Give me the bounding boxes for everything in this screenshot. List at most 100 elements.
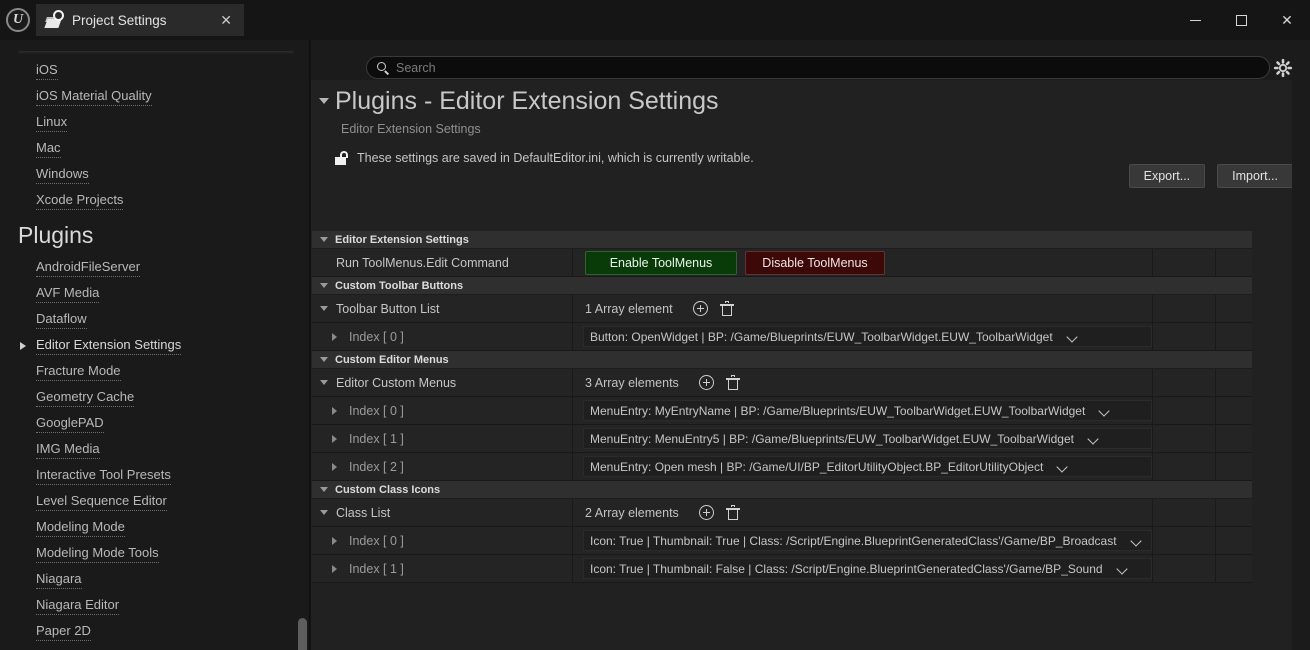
property-name-cell: Run ToolMenus.Edit Command (312, 249, 573, 276)
asset-picker[interactable]: MenuEntry: MyEntryName | BP: /Game/Bluep… (583, 400, 1152, 421)
category-header[interactable]: Editor Extension Settings (312, 231, 1252, 249)
sidebar-item-level-sequence-editor[interactable]: Level Sequence Editor (0, 489, 300, 515)
asset-picker[interactable]: Button: OpenWidget | BP: /Game/Blueprint… (583, 326, 1152, 347)
sidebar-item-linux[interactable]: Linux (0, 110, 300, 136)
delete-all-elements-icon[interactable] (725, 375, 740, 390)
sidebar-item-niagara[interactable]: Niagara (0, 567, 300, 593)
property-name-cell: Index [ 1 ] (312, 425, 573, 452)
property-name-cell: Index [ 0 ] (312, 527, 573, 554)
search-box[interactable] (366, 56, 1270, 79)
search-input[interactable] (396, 60, 1259, 75)
category-header[interactable]: Custom Editor Menus (312, 351, 1252, 369)
command-buttons: Enable ToolMenus Disable ToolMenus (585, 250, 885, 275)
extra-column (1216, 453, 1252, 480)
tab-close-icon[interactable]: ✕ (216, 10, 236, 31)
delete-all-elements-icon[interactable] (725, 505, 740, 520)
chevron-down-icon[interactable] (1131, 535, 1142, 546)
sidebar-item-mac[interactable]: Mac (0, 136, 300, 162)
category-header[interactable]: Custom Class Icons (312, 481, 1252, 499)
chevron-down-icon[interactable] (1057, 461, 1068, 472)
search-row (311, 40, 1310, 80)
array-item-expand-arrow-icon[interactable] (332, 564, 337, 573)
expand-arrow-icon[interactable] (20, 342, 26, 350)
property-name-cell: Editor Custom Menus (312, 369, 573, 396)
sidebar-item-ios-material-quality[interactable]: iOS Material Quality (0, 84, 300, 110)
asset-picker[interactable]: MenuEntry: Open mesh | BP: /Game/UI/BP_E… (583, 456, 1152, 477)
reset-column (1153, 453, 1216, 480)
sidebar-item-ios[interactable]: iOS (0, 58, 300, 84)
category-collapse-arrow-icon[interactable] (320, 283, 328, 288)
sidebar-scrollbar-thumb[interactable] (298, 618, 307, 650)
property-name-cell: Index [ 0 ] (312, 323, 573, 350)
sidebar-item-img-media[interactable]: IMG Media (0, 437, 300, 463)
sidebar-item-xcode-projects[interactable]: Xcode Projects (0, 188, 300, 214)
category-label: Custom Class Icons (335, 483, 441, 496)
category-collapse-arrow-icon[interactable] (320, 237, 328, 242)
sidebar-item-windows[interactable]: Windows (0, 162, 300, 188)
property-label: Run ToolMenus.Edit Command (336, 255, 509, 270)
gear-icon[interactable] (1273, 58, 1293, 78)
search-icon (377, 61, 390, 75)
chevron-down-icon[interactable] (1099, 405, 1110, 416)
array-collapse-arrow-icon[interactable] (320, 510, 328, 515)
sidebar-item-niagara-editor[interactable]: Niagara Editor (0, 593, 300, 619)
settings-main-panel: Plugins - Editor Extension Settings Edit… (311, 40, 1310, 650)
sidebar-item-editor-extension-settings[interactable]: Editor Extension Settings (0, 333, 300, 359)
delete-all-elements-icon[interactable] (719, 301, 734, 316)
tab-project-settings[interactable]: Project Settings ✕ (36, 4, 244, 36)
sidebar-item-label: iOS Material Quality (36, 88, 152, 107)
unreal-engine-logo-icon: U (6, 8, 30, 32)
sidebar-item-modeling-mode[interactable]: Modeling Mode (0, 515, 300, 541)
sidebar-item-paper-2d[interactable]: Paper 2D (0, 619, 300, 645)
sidebar-item-dataflow[interactable]: Dataflow (0, 307, 300, 333)
export-button[interactable]: Export... (1128, 164, 1206, 188)
asset-picker[interactable]: Icon: True | Thumbnail: True | Class: /S… (583, 530, 1152, 551)
array-collapse-arrow-icon[interactable] (320, 380, 328, 385)
sidebar-item-interactive-tool-presets[interactable]: Interactive Tool Presets (0, 463, 300, 489)
sidebar-nav-list: iOS iOS Material Quality Linux Mac Windows Xc… (0, 58, 300, 645)
sidebar-item-androidfileserver[interactable]: AndroidFileServer (0, 255, 300, 281)
chevron-down-icon[interactable] (1067, 331, 1078, 342)
sidebar-item-label: Niagara Editor (36, 597, 120, 616)
asset-picker[interactable]: Icon: True | Thumbnail: False | Class: /… (583, 558, 1152, 579)
property-value-cell: Icon: True | Thumbnail: True | Class: /S… (573, 527, 1153, 554)
extra-column (1216, 295, 1252, 322)
minimize-button[interactable] (1172, 0, 1218, 40)
maximize-button[interactable] (1218, 0, 1264, 40)
sidebar-item-googlepad[interactable]: GooglePAD (0, 411, 300, 437)
array-item-expand-arrow-icon[interactable] (332, 434, 337, 443)
sidebar-item-geometry-cache[interactable]: Geometry Cache (0, 385, 300, 411)
array-item-expand-arrow-icon[interactable] (332, 462, 337, 471)
sidebar-item-fracture-mode[interactable]: Fracture Mode (0, 359, 300, 385)
extra-column (1216, 425, 1252, 452)
page-collapse-arrow-icon[interactable] (319, 98, 329, 105)
sidebar-item-avf-media[interactable]: AVF Media (0, 281, 300, 307)
chevron-down-icon[interactable] (1117, 563, 1128, 574)
panel-right-gutter (1292, 80, 1310, 650)
sidebar-scrollbar-track[interactable] (296, 40, 307, 650)
page-header: Plugins - Editor Extension Settings Edit… (311, 80, 1252, 166)
property-value-cell: 3 Array elements (573, 369, 1153, 396)
close-window-button[interactable]: ✕ (1264, 0, 1310, 40)
add-element-icon[interactable] (698, 375, 714, 390)
import-button[interactable]: Import... (1217, 164, 1293, 188)
category-collapse-arrow-icon[interactable] (320, 357, 328, 362)
property-row: Index [ 0 ] MenuEntry: MyEntryName | BP: … (312, 397, 1252, 425)
disable-toolmenus-button[interactable]: Disable ToolMenus (745, 250, 885, 275)
reset-column (1153, 323, 1216, 350)
array-item-expand-arrow-icon[interactable] (332, 332, 337, 341)
add-element-icon[interactable] (692, 301, 708, 316)
add-element-icon[interactable] (698, 505, 714, 520)
enable-toolmenus-button[interactable]: Enable ToolMenus (585, 250, 737, 275)
settings-sidebar: iOS iOS Material Quality Linux Mac Windows Xc… (0, 40, 310, 650)
asset-picker[interactable]: MenuEntry: MenuEntry5 | BP: /Game/Bluepr… (583, 428, 1152, 449)
category-header[interactable]: Custom Toolbar Buttons (312, 277, 1252, 295)
array-item-expand-arrow-icon[interactable] (332, 406, 337, 415)
asset-picker-value: Button: OpenWidget | BP: /Game/Blueprint… (590, 329, 1053, 344)
category-collapse-arrow-icon[interactable] (320, 487, 328, 492)
chevron-down-icon[interactable] (1088, 433, 1099, 444)
property-name-cell: Index [ 2 ] (312, 453, 573, 480)
array-collapse-arrow-icon[interactable] (320, 306, 328, 311)
sidebar-item-modeling-mode-tools[interactable]: Modeling Mode Tools (0, 541, 300, 567)
array-item-expand-arrow-icon[interactable] (332, 536, 337, 545)
